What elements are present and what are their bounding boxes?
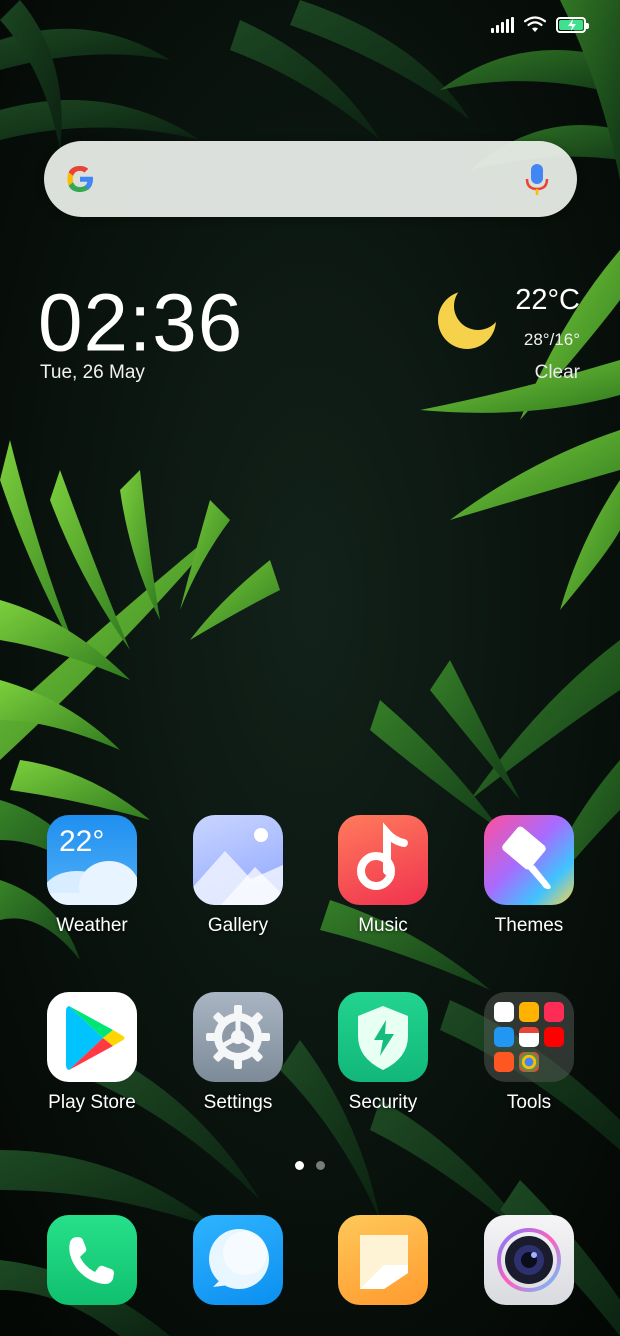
app-label: Security	[348, 1092, 418, 1113]
dock-phone[interactable]	[27, 1215, 157, 1305]
app-label: Gallery	[207, 915, 269, 936]
battery-charging-icon	[556, 16, 589, 33]
google-logo-icon	[67, 165, 93, 192]
page-dot	[316, 1161, 325, 1170]
app-music[interactable]: Music	[318, 815, 448, 937]
themes-icon	[484, 815, 574, 905]
phone-icon	[47, 1215, 137, 1305]
app-label: Settings	[203, 1092, 273, 1113]
app-label: Tools	[506, 1092, 552, 1113]
app-settings[interactable]: Settings	[173, 992, 303, 1114]
app-gallery[interactable]: Gallery	[173, 815, 303, 937]
app-play-store[interactable]: Play Store	[27, 992, 157, 1114]
clock-time[interactable]: 02:36	[38, 276, 243, 370]
messages-icon	[193, 1215, 283, 1305]
folder-icon	[484, 992, 574, 1082]
weather-icon: 22°	[47, 815, 137, 905]
notes-icon	[338, 1215, 428, 1305]
app-label: Weather	[56, 915, 128, 936]
mic-icon[interactable]	[525, 162, 549, 198]
app-security[interactable]: Security	[318, 992, 448, 1114]
google-search-bar[interactable]	[44, 141, 577, 217]
page-indicator	[295, 1161, 325, 1170]
moon-icon[interactable]	[436, 288, 498, 350]
signal-icon	[491, 16, 514, 33]
app-label: Music	[358, 915, 408, 936]
music-icon	[338, 815, 428, 905]
app-label: Play Store	[48, 1092, 136, 1113]
dock-messages[interactable]	[173, 1215, 303, 1305]
settings-icon	[193, 992, 283, 1082]
app-weather[interactable]: 22° Weather	[27, 815, 157, 937]
app-tools-folder[interactable]: Tools	[464, 992, 594, 1114]
page-dot-active	[295, 1161, 304, 1170]
camera-icon	[484, 1215, 574, 1305]
security-icon	[338, 992, 428, 1082]
gallery-icon	[193, 815, 283, 905]
clock-date: Tue, 26 May	[40, 362, 145, 383]
dock-notes[interactable]	[318, 1215, 448, 1305]
dock-camera[interactable]	[464, 1215, 594, 1305]
app-themes[interactable]: Themes	[464, 815, 594, 937]
weather-condition: Clear	[534, 362, 580, 383]
status-bar	[491, 16, 589, 33]
play-store-icon	[47, 992, 137, 1082]
weather-temp-range: 28°/16°	[523, 330, 580, 349]
weather-temperature[interactable]: 22°C	[515, 284, 580, 317]
clock-time-text: 02:36	[38, 277, 244, 368]
app-label: Themes	[494, 915, 564, 936]
wifi-icon	[524, 16, 546, 32]
